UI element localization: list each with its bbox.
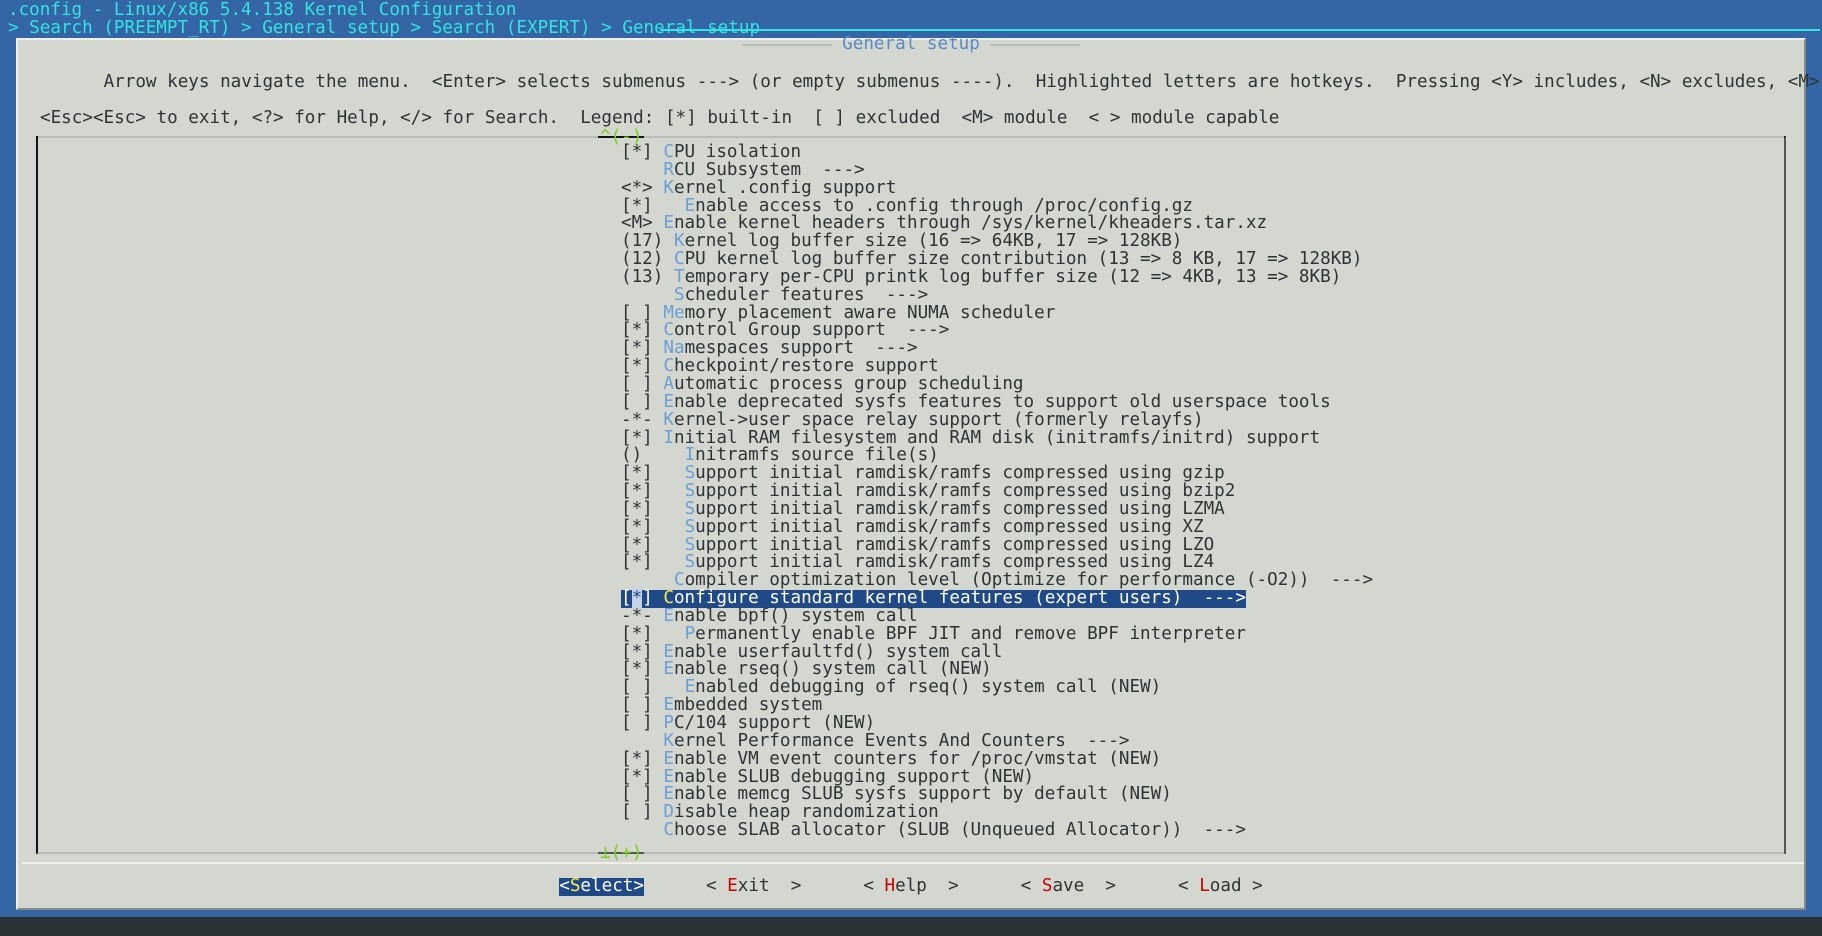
- button-label: xit >: [737, 876, 802, 896]
- dialog-title: General setup: [842, 34, 980, 54]
- button-bar: <Select> < Exit > < Help > < Save > < Load >: [18, 876, 1804, 896]
- button-hotkey: E: [727, 876, 738, 896]
- button-bracket-left: <: [1178, 876, 1200, 896]
- menu-listbox[interactable]: ^(-) [*] CPU isolation RCU Subsystem ---…: [36, 128, 1786, 862]
- button-hotkey: S: [569, 876, 581, 896]
- button-bracket-left: <: [705, 876, 728, 896]
- button-exit[interactable]: < Exit >: [705, 876, 802, 896]
- dialog-title-rule-left: [742, 43, 833, 46]
- button-label: elp >: [895, 876, 959, 896]
- button-hotkey: L: [1199, 876, 1210, 896]
- help-line-2: <Esc><Esc> to exit, <?> for Help, </> fo…: [40, 107, 1280, 128]
- menu-item-list: [*] CPU isolation RCU Subsystem ---> <*> …: [38, 143, 1784, 841]
- menu-item-label: hoose SLAB allocator (SLUB (Unqueued All…: [673, 820, 1246, 841]
- button-select[interactable]: <Select>: [559, 876, 644, 896]
- terminal-screen: .config - Linux/x86 5.4.138 Kernel Confi…: [0, 0, 1822, 917]
- menu-item-hotkey: C: [663, 820, 674, 841]
- dialog-title-rule-right: [989, 43, 1080, 46]
- menu-item-state: [621, 820, 663, 840]
- scroll-up-indicator[interactable]: ^(-): [38, 128, 1784, 146]
- button-load[interactable]: < Load >: [1178, 876, 1263, 896]
- button-bracket-left: <: [1020, 876, 1042, 896]
- scroll-up-rule-left: [38, 136, 598, 138]
- button-bracket-left: <: [559, 876, 570, 896]
- button-bracket-left: <: [863, 876, 885, 896]
- button-label: elect>: [580, 876, 644, 896]
- button-bar-separator: [22, 862, 1804, 864]
- menu-item[interactable]: [*] CPU isolation: [38, 143, 1784, 162]
- button-label: oad >: [1209, 876, 1263, 896]
- button-save[interactable]: < Save >: [1020, 876, 1117, 896]
- button-help[interactable]: < Help >: [863, 876, 959, 896]
- menu-item[interactable]: Choose SLAB allocator (SLUB (Unqueued Al…: [38, 820, 1784, 841]
- dialog-title-row: General setup: [18, 34, 1804, 54]
- scroll-down-rule-right: [644, 852, 1784, 854]
- scroll-up-rule-right: [644, 136, 1784, 138]
- menu-item[interactable]: [ ] Embedded system: [38, 696, 1784, 715]
- dialog-panel: General setup Arrow keys navigate the me…: [16, 34, 1820, 910]
- button-hotkey: S: [1041, 876, 1053, 896]
- button-hotkey: H: [884, 876, 896, 896]
- scroll-down-arrow-icon: ⊥(+): [600, 843, 643, 863]
- button-label: ave >: [1052, 876, 1117, 896]
- menu-item[interactable]: [ ] Enabled debugging of rseq() system c…: [38, 678, 1784, 697]
- menu-item[interactable]: RCU Subsystem --->: [38, 161, 1784, 180]
- scroll-down-rule-left: [38, 852, 598, 854]
- scroll-down-indicator[interactable]: ⊥(+): [38, 843, 1784, 863]
- breadcrumb-rule: [660, 29, 1820, 31]
- help-line-1: Arrow keys navigate the menu. <Enter> se…: [103, 71, 1820, 92]
